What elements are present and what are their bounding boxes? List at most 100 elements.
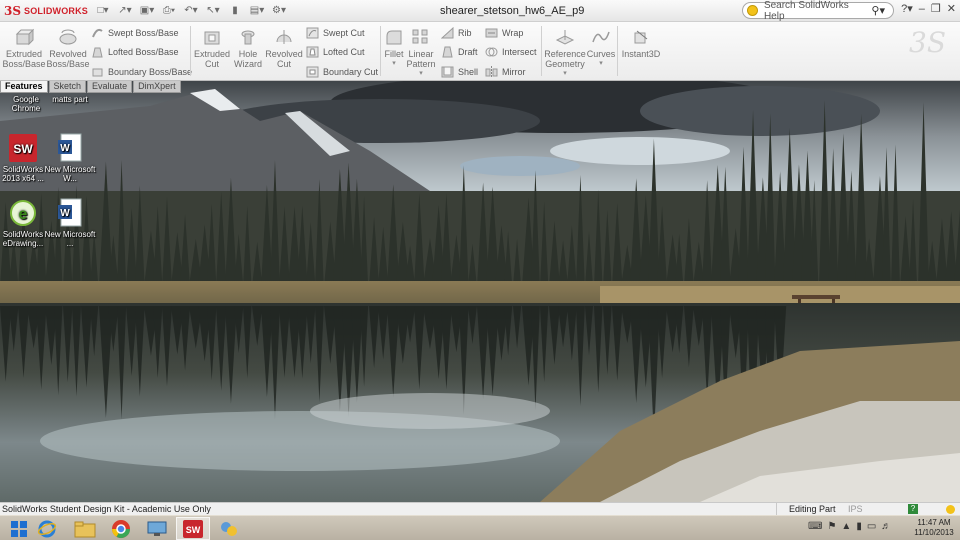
window-controls: ?▾ – ❐ ✕	[901, 2, 956, 16]
desktop-icon-word-doc-1[interactable]: W New Microsoft W...	[44, 133, 96, 183]
search-icon[interactable]: ⚲▾	[871, 4, 885, 17]
tab-sketch[interactable]: Sketch	[48, 81, 87, 93]
open-icon[interactable]: ↗▾	[116, 4, 134, 18]
draft-label: Draft	[458, 46, 478, 57]
close-icon[interactable]: ✕	[947, 2, 956, 15]
swept-cut-button[interactable]: Swept Cut	[305, 26, 365, 39]
svg-text:e: e	[19, 206, 28, 223]
undo-icon[interactable]: ↶▾	[182, 4, 200, 18]
boundary-boss-button[interactable]: Boundary Boss/Base	[90, 65, 192, 78]
lofted-cut-button[interactable]: Lofted Cut	[305, 45, 365, 58]
taskbar-remote-desktop[interactable]	[140, 517, 174, 540]
select-icon[interactable]: ↖▾	[204, 4, 222, 18]
boundary-cut-button[interactable]: Boundary Cut	[305, 65, 378, 78]
boundary-cut-label: Boundary Cut	[323, 66, 379, 77]
taskbar-solidworks[interactable]: SW	[176, 517, 210, 540]
linear-pattern-dropdown-icon[interactable]: ▾	[419, 69, 423, 79]
battery-icon[interactable]: ▭	[867, 521, 876, 532]
revolved-boss-button[interactable]: Revolved Boss/Base	[46, 27, 90, 69]
lofted-boss-icon	[90, 45, 104, 58]
fillet-dropdown-icon[interactable]: ▾	[392, 59, 396, 69]
document-title: shearer_stetson_hw6_AE_p9	[440, 5, 585, 17]
print-icon[interactable]: ⎙▾	[160, 4, 178, 18]
new-document-icon[interactable]: □▾	[94, 4, 112, 18]
hole-wizard-button[interactable]: Hole Wizard	[230, 27, 266, 69]
swept-boss-button[interactable]: Swept Boss/Base	[90, 26, 179, 39]
desktop-icon-label: New Microsoft ...	[44, 230, 96, 248]
lofted-cut-label: Lofted Cut	[323, 46, 365, 57]
group-separator	[190, 26, 191, 76]
lofted-boss-button[interactable]: Lofted Boss/Base	[90, 45, 179, 58]
draft-button[interactable]: Draft	[440, 45, 478, 58]
taskbar-messenger[interactable]	[212, 517, 246, 540]
taskbar-internet-explorer[interactable]	[30, 517, 64, 540]
swept-cut-label: Swept Cut	[323, 27, 365, 38]
tab-evaluate[interactable]: Evaluate	[87, 81, 133, 93]
shell-button[interactable]: Shell	[440, 65, 478, 78]
revolved-cut-label: Revolved Cut	[265, 49, 303, 69]
hole-wizard-icon	[237, 27, 259, 47]
options-icon[interactable]: ⚙▾	[270, 4, 288, 18]
curves-icon	[590, 27, 612, 47]
taskbar-chrome[interactable]	[104, 517, 138, 540]
solidworks-logo[interactable]: 3S SOLIDWORKS	[0, 4, 89, 18]
quick-tips-icon[interactable]: ?	[908, 504, 918, 514]
tab-dimxpert[interactable]: DimXpert	[133, 81, 181, 93]
desktop-icon-word-doc-2[interactable]: W New Microsoft ...	[44, 198, 96, 248]
file-properties-icon[interactable]: ▤▾	[248, 4, 266, 18]
swept-boss-label: Swept Boss/Base	[108, 27, 179, 38]
network-icon[interactable]: ▮	[856, 521, 862, 532]
wrap-button[interactable]: Wrap	[484, 26, 523, 39]
extruded-cut-button[interactable]: Extruded Cut	[192, 27, 232, 69]
help-icon[interactable]: ?▾	[901, 2, 913, 15]
windows-logo-icon	[11, 520, 27, 537]
reference-geometry-dropdown-icon[interactable]: ▾	[563, 69, 567, 79]
save-icon[interactable]: ▣▾	[138, 4, 156, 18]
brand-name: SOLIDWORKS	[24, 5, 89, 16]
taskbar-file-explorer[interactable]	[68, 517, 102, 540]
linear-pattern-button[interactable]: Linear Pattern ▾	[405, 27, 437, 79]
landscape-photo	[0, 81, 960, 502]
status-notification-icon[interactable]	[946, 505, 955, 514]
windows-taskbar: SW ⌨ ⚑ ▲ ▮ ▭ ♬ 11:47 AM 11/10/2013	[0, 515, 960, 540]
intersect-label: Intersect	[502, 46, 537, 57]
volume-icon[interactable]: ♬	[881, 521, 891, 532]
curves-dropdown-icon[interactable]: ▾	[599, 59, 603, 69]
desktop-icon-edrawings[interactable]: e SolidWorks eDrawing...	[0, 198, 49, 248]
flag-icon[interactable]: ⚑	[827, 521, 836, 532]
taskbar-clock[interactable]: 11:47 AM 11/10/2013	[912, 518, 956, 538]
mirror-button[interactable]: Mirror	[484, 65, 526, 78]
intersect-icon	[484, 45, 498, 58]
keyboard-icon[interactable]: ⌨	[808, 521, 822, 532]
instant3d-button[interactable]: Instant3D	[619, 27, 663, 59]
desktop-icon-solidworks[interactable]: SW SolidWorks 2013 x64 ...	[0, 133, 49, 183]
fillet-button[interactable]: Fillet ▾	[382, 27, 406, 69]
extruded-boss-button[interactable]: Extruded Boss/Base	[2, 27, 46, 69]
help-search-placeholder: Search SolidWorks Help	[763, 0, 849, 22]
desktop-icon-label: SolidWorks eDrawing...	[2, 230, 44, 248]
mirror-label: Mirror	[502, 66, 526, 77]
show-hidden-icons[interactable]: ▲	[841, 521, 851, 532]
shell-icon	[440, 65, 454, 78]
rebuild-icon[interactable]: ▮	[226, 4, 244, 18]
boundary-boss-label: Boundary Boss/Base	[108, 66, 193, 77]
boundary-cut-icon	[305, 65, 319, 78]
tab-features[interactable]: Features	[0, 81, 48, 93]
revolved-cut-button[interactable]: Revolved Cut	[264, 27, 304, 69]
instant3d-icon	[630, 27, 652, 47]
status-unit-system[interactable]: IPS	[848, 503, 863, 515]
mirror-icon	[484, 65, 498, 78]
restore-icon[interactable]: ❐	[931, 2, 941, 15]
intersect-button[interactable]: Intersect	[484, 45, 537, 58]
rib-button[interactable]: Rib	[440, 26, 472, 39]
minimize-icon[interactable]: –	[919, 3, 925, 15]
curves-label: Curves	[586, 49, 616, 59]
fillet-icon	[383, 27, 405, 47]
instant3d-label: Instant3D	[621, 49, 661, 59]
swept-boss-icon	[90, 26, 104, 39]
help-search-box[interactable]: Search SolidWorks Help ⚲▾	[742, 0, 894, 22]
reference-geometry-button[interactable]: Reference Geometry ▾	[543, 27, 587, 79]
shell-label: Shell	[458, 66, 479, 77]
desktop-icon-label: matts part	[52, 95, 88, 104]
curves-button[interactable]: Curves ▾	[586, 27, 616, 69]
